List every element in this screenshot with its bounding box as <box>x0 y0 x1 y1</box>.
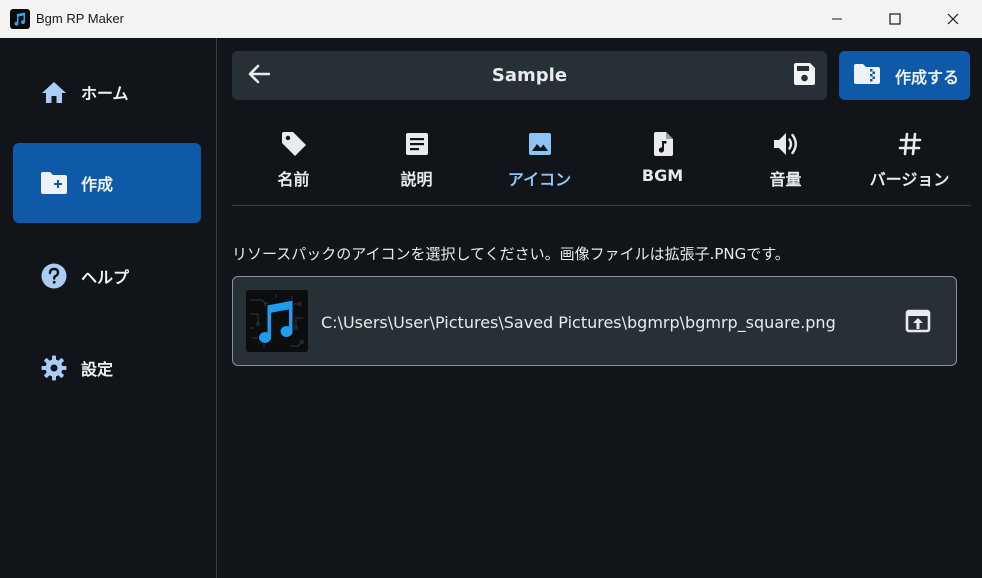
hash-icon <box>848 130 971 158</box>
app-logo-icon <box>10 9 30 29</box>
tab-description[interactable]: 説明 <box>355 120 478 206</box>
tab-version[interactable]: バージョン <box>848 120 971 206</box>
close-icon <box>947 13 959 25</box>
image-icon <box>478 130 601 158</box>
editor-tabs: 名前 説明 アイコン BGM 音量 バージョン <box>232 120 971 206</box>
tab-label: バージョン <box>869 170 950 189</box>
sidebar-item-settings[interactable]: 設定 <box>13 328 201 408</box>
folder-add-icon <box>40 169 68 197</box>
sidebar-item-label: 設定 <box>81 360 114 379</box>
tab-label: 名前 <box>277 170 310 189</box>
window-title: Bgm RP Maker <box>36 11 124 26</box>
tab-icon[interactable]: アイコン <box>478 120 601 206</box>
help-icon <box>40 262 68 290</box>
icon-preview-thumbnail <box>246 290 308 352</box>
sidebar-item-label: ホーム <box>81 84 129 103</box>
folder-zip-icon <box>853 63 881 89</box>
article-icon <box>355 130 478 158</box>
title-bar: Bgm RP Maker <box>0 0 982 38</box>
audio-file-icon <box>601 130 724 158</box>
gear-icon <box>40 354 68 382</box>
create-pack-label: 作成する <box>895 67 960 87</box>
tag-icon <box>232 130 355 158</box>
browse-file-button[interactable] <box>904 309 932 337</box>
icon-description: リソースパックのアイコンを選択してください。画像ファイルは拡張子.PNGです。 <box>232 245 790 263</box>
icon-file-picker[interactable]: C:\Users\User\Pictures\Saved Pictures\bg… <box>232 276 957 366</box>
file-open-icon <box>905 309 931 337</box>
sidebar-item-label: ヘルプ <box>81 268 130 287</box>
save-button[interactable] <box>791 63 817 89</box>
minimize-button[interactable] <box>808 0 866 38</box>
home-icon <box>40 78 68 106</box>
tab-label: 説明 <box>400 170 433 189</box>
tab-name[interactable]: 名前 <box>232 120 355 206</box>
maximize-icon <box>889 13 901 25</box>
volume-icon <box>724 130 847 158</box>
sidebar-item-label: 作成 <box>81 175 114 194</box>
sidebar-item-home[interactable]: ホーム <box>13 52 201 132</box>
save-icon <box>792 62 816 90</box>
create-pack-button[interactable]: 作成する <box>839 51 970 100</box>
project-title: Sample <box>491 65 568 86</box>
tab-label: アイコン <box>507 170 572 189</box>
sidebar-item-create[interactable]: 作成 <box>13 143 201 223</box>
tab-bgm[interactable]: BGM <box>601 120 724 206</box>
close-button[interactable] <box>924 0 982 38</box>
project-header: Sample <box>232 51 827 100</box>
tab-label: BGM <box>641 166 684 185</box>
tab-label: 音量 <box>769 170 802 189</box>
maximize-button[interactable] <box>866 0 924 38</box>
sidebar: ホーム 作成 ヘルプ 設定 <box>0 38 217 578</box>
tab-volume[interactable]: 音量 <box>724 120 847 206</box>
sidebar-item-help[interactable]: ヘルプ <box>13 236 201 316</box>
minimize-icon <box>831 13 843 25</box>
selected-file-path: C:\Users\User\Pictures\Saved Pictures\bg… <box>321 313 836 332</box>
